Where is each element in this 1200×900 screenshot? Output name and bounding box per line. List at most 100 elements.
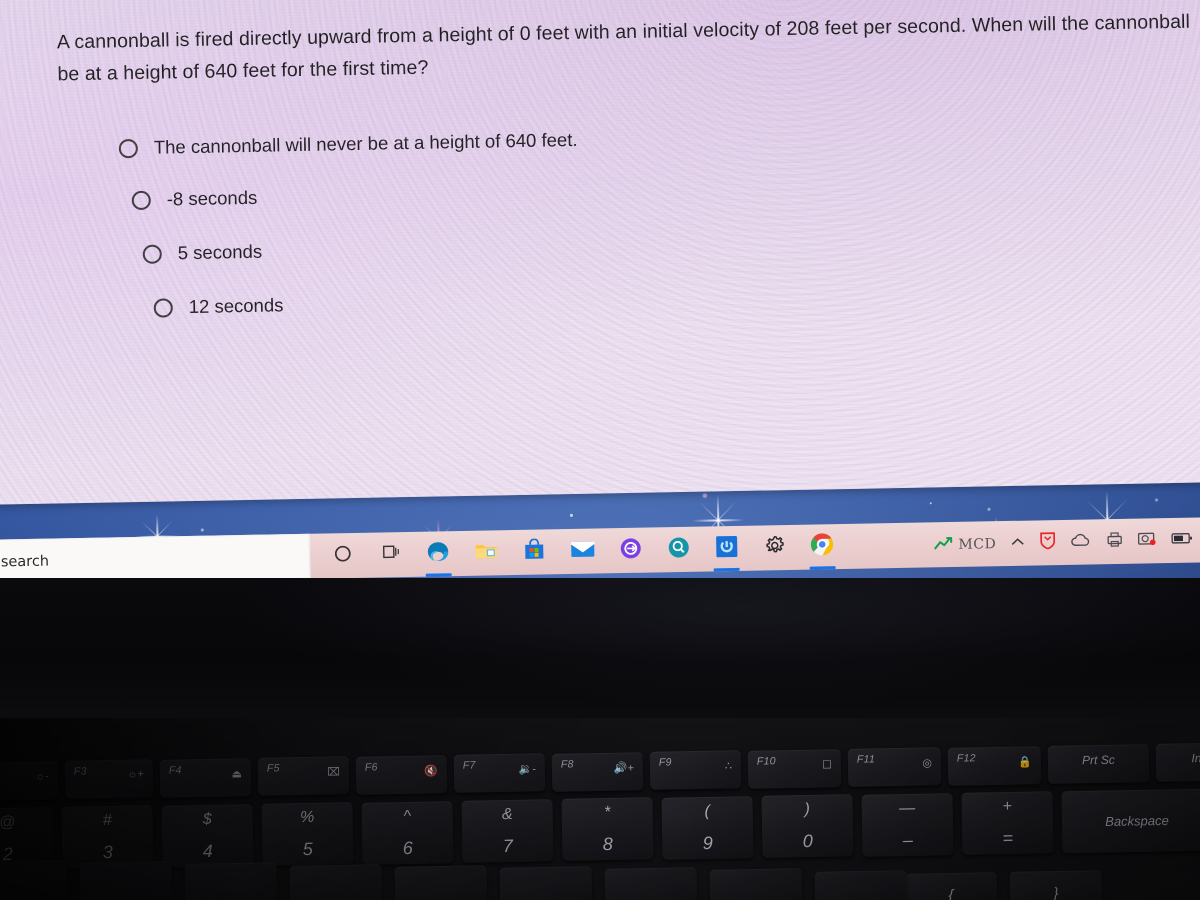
camera-icon xyxy=(1137,530,1157,551)
key-label: F7 xyxy=(462,759,476,772)
key-f8[interactable]: F8 🔊+ xyxy=(551,751,644,792)
key-5[interactable]: % 5 xyxy=(261,802,354,866)
gear-icon xyxy=(764,535,785,561)
answer-option-2[interactable]: -8 seconds xyxy=(131,173,1020,211)
taskbar-button-mail[interactable] xyxy=(558,528,607,574)
key-glyph-icon: ⌧ xyxy=(327,766,341,779)
key-f7[interactable]: F7 🔉- xyxy=(453,753,546,794)
key-glyph-icon: ∴ xyxy=(724,760,733,773)
laptop-bezel xyxy=(0,578,1200,728)
key-base-label: 4 xyxy=(202,840,213,861)
wallpaper-star-dot xyxy=(929,502,932,505)
tray-camera[interactable] xyxy=(1130,518,1165,564)
key-backspace[interactable]: Backspace xyxy=(1061,789,1200,854)
key-f9[interactable]: F9 ∴ xyxy=(649,750,742,790)
key-f12[interactable]: F12 🔒 xyxy=(947,745,1042,786)
key-f10[interactable]: F10 ☐ xyxy=(747,748,842,789)
taskbar-button-microsoft-store[interactable] xyxy=(510,529,559,575)
key-label: F10 xyxy=(756,754,776,768)
tray-battery[interactable] xyxy=(1164,517,1200,563)
key-6[interactable]: ^ 6 xyxy=(361,800,454,865)
key-blank[interactable] xyxy=(79,861,173,900)
key-glyph-icon: ◎ xyxy=(922,757,933,770)
answer-option-4[interactable]: 12 seconds xyxy=(153,281,1022,319)
tray-stock-ticker[interactable]: MCD xyxy=(927,521,1004,567)
key-f3[interactable]: F3 ☼+ xyxy=(64,759,154,800)
key-8[interactable]: * 8 xyxy=(561,797,654,862)
taskbar-button-google-chrome[interactable] xyxy=(798,524,847,570)
tray-show-hidden-icons[interactable] xyxy=(1003,521,1033,567)
key-blank[interactable] xyxy=(709,868,803,900)
radio-button-icon[interactable] xyxy=(118,138,139,158)
key-base-label: 9 xyxy=(702,832,713,853)
key-blank[interactable] xyxy=(0,860,68,900)
key-blank[interactable] xyxy=(814,869,908,900)
key-blank[interactable] xyxy=(604,867,698,900)
answer-option-3[interactable]: 5 seconds xyxy=(142,227,1021,265)
key-0[interactable]: ) 0 xyxy=(761,794,854,858)
key-shift-label: + xyxy=(1002,797,1013,816)
key-insert[interactable]: Insert xyxy=(1155,742,1200,783)
key-=[interactable]: + = xyxy=(961,791,1054,855)
key-3[interactable]: #3 xyxy=(61,805,154,870)
key-4[interactable]: $4 xyxy=(161,804,254,868)
key-blank[interactable] xyxy=(499,866,593,900)
answer-options-group: The cannonball will never be at a height… xyxy=(118,121,1023,349)
key-blank[interactable] xyxy=(394,864,488,900)
key-prt-sc[interactable]: Prt Sc xyxy=(1047,744,1150,784)
key-label: F4 xyxy=(168,764,182,777)
key-7[interactable]: & 7 xyxy=(461,799,554,863)
key-shift-label: $ xyxy=(202,810,212,828)
question-page: A cannonball is fired directly upward fr… xyxy=(0,0,1200,505)
taskbar-button-task-view[interactable] xyxy=(366,532,415,578)
taskbar-button-purple-app[interactable] xyxy=(606,527,655,573)
trending-up-icon xyxy=(934,534,956,555)
tray-antivirus[interactable] xyxy=(1032,520,1064,566)
taskbar-button-settings[interactable] xyxy=(750,525,799,571)
taskbar-button-teal-search-app[interactable] xyxy=(654,527,703,573)
key-label: F11 xyxy=(856,753,876,766)
taskbar-button-file-explorer[interactable] xyxy=(462,530,511,576)
key-blank[interactable] xyxy=(289,863,383,900)
key-base-label: 7 xyxy=(502,835,513,857)
key-f11[interactable]: F11 ◎ xyxy=(847,747,942,787)
radio-button-icon[interactable] xyxy=(131,190,151,210)
key-9[interactable]: (9 xyxy=(661,796,754,860)
key-label: F5 xyxy=(266,762,280,775)
key-shift-label: # xyxy=(102,812,112,830)
answer-option-1[interactable]: The cannonball will never be at a height… xyxy=(118,121,1019,159)
key-left-brace[interactable]: { xyxy=(904,872,998,900)
key-label: F12 xyxy=(956,751,976,765)
key-label: Insert xyxy=(1191,751,1200,766)
key-shift-label: ( xyxy=(704,802,711,820)
key-right-brace[interactable]: } xyxy=(1009,870,1103,900)
tray-onedrive[interactable] xyxy=(1063,519,1100,565)
chrome-icon xyxy=(810,532,835,561)
radio-button-icon[interactable] xyxy=(153,297,173,318)
key-glyph-icon: 🔊+ xyxy=(613,762,635,775)
taskbar-button-blue-app[interactable] xyxy=(702,526,751,572)
key-f2[interactable]: F2☼- xyxy=(0,761,59,801)
taskbar-button-cortana[interactable] xyxy=(318,533,367,579)
key-blank[interactable] xyxy=(184,862,278,900)
key-f5[interactable]: F5 ⌧ xyxy=(257,756,350,797)
bezel-reflection xyxy=(0,578,1200,728)
key-glyph-icon: ☼+ xyxy=(127,768,145,782)
blue-square-icon xyxy=(715,534,739,562)
tray-printer[interactable] xyxy=(1099,519,1131,565)
key-shift-label: * xyxy=(603,804,611,822)
key-–[interactable]: — – xyxy=(861,792,954,857)
radio-button-icon[interactable] xyxy=(142,244,162,264)
key-glyph-icon: 🔒 xyxy=(1018,755,1033,769)
taskbar-button-microsoft-edge[interactable] xyxy=(414,531,463,577)
key-shift-label: @ xyxy=(0,813,16,832)
key-f4[interactable]: F4 ⏏ xyxy=(159,758,252,798)
answer-option-label: -8 seconds xyxy=(166,186,258,210)
key-base-label: = xyxy=(1002,827,1014,849)
laptop-photo: A cannonball is fired directly upward fr… xyxy=(0,0,1200,900)
key-label: Backspace xyxy=(1105,813,1169,830)
stock-ticker-label: MCD xyxy=(958,535,997,553)
answer-option-label: 12 seconds xyxy=(188,294,284,318)
envelope-icon xyxy=(569,539,595,563)
key-f6[interactable]: F6 🔇 xyxy=(355,755,448,795)
